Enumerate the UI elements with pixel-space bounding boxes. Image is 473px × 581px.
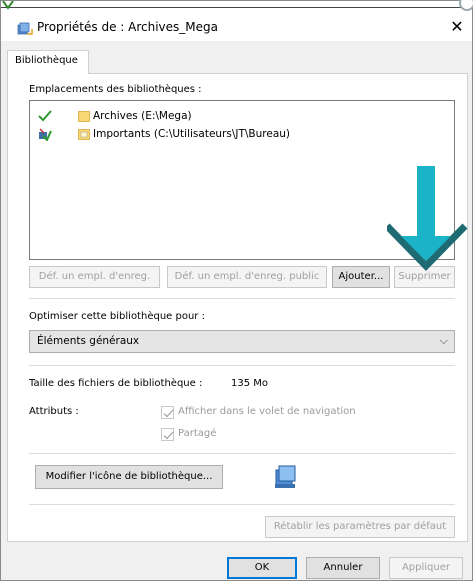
shared-label: Partagé	[178, 428, 217, 439]
checkmark-icon	[163, 431, 174, 440]
tab-bibliotheque[interactable]: Bibliothèque	[7, 50, 89, 74]
shared-checkbox[interactable]	[161, 428, 174, 441]
divider	[29, 453, 455, 454]
network-folder-icon	[39, 128, 52, 141]
attributes-label: Attributs :	[29, 406, 79, 417]
restore-defaults-button[interactable]: Rétablir les paramètres par défaut	[265, 516, 455, 538]
add-button[interactable]: Ajouter...	[332, 266, 390, 288]
optimize-select[interactable]: Éléments généraux ⌵	[29, 330, 455, 353]
locations-label: Emplacements des bibliothèques :	[29, 84, 202, 95]
library-preview-icon	[275, 465, 296, 488]
title-bar: Propriétés de : Archives_Mega ✕	[1, 0, 473, 41]
apply-button[interactable]: Appliquer	[389, 557, 463, 579]
change-icon-button[interactable]: Modifier l'icône de bibliothèque...	[35, 465, 223, 489]
divider	[29, 365, 455, 366]
library-icon	[17, 22, 33, 35]
location-text: Importants (C:\Utilisateurs\JT\Bureau)	[93, 128, 291, 140]
divider	[29, 504, 455, 505]
close-button[interactable]: ✕	[445, 15, 469, 39]
folder-icon	[78, 129, 90, 140]
show-in-nav-checkbox[interactable]	[161, 406, 174, 419]
divider	[29, 298, 455, 299]
size-value: 135 Mo	[231, 378, 269, 389]
folder-icon	[78, 111, 90, 122]
optimize-selected-value: Éléments généraux	[37, 335, 140, 347]
show-in-nav-label: Afficher dans le volet de navigation	[178, 406, 356, 417]
chevron-down-icon: ⌵	[439, 334, 448, 347]
down-arrow-annotation-icon	[387, 166, 468, 272]
checkmark-icon	[38, 110, 52, 122]
list-item[interactable]: Importants (C:\Utilisateurs\JT\Bureau)	[30, 127, 454, 143]
location-text: Archives (E:\Mega)	[93, 110, 192, 122]
green-mark-icon	[2, 1, 14, 10]
list-item[interactable]: Archives (E:\Mega)	[30, 109, 454, 125]
ok-button[interactable]: OK	[227, 557, 297, 579]
properties-dialog: Propriétés de : Archives_Mega ✕ Biblioth…	[0, 0, 473, 581]
cancel-button[interactable]: Annuler	[306, 557, 380, 579]
top-strip	[1, 1, 472, 8]
checkmark-icon	[163, 409, 174, 418]
size-label: Taille des fichiers de bibliothèque :	[29, 378, 203, 389]
optimize-label: Optimiser cette bibliothèque pour :	[29, 311, 205, 322]
set-public-save-location-button[interactable]: Déf. un empl. d'enreg. public	[167, 266, 327, 288]
window-title: Propriétés de : Archives_Mega	[37, 20, 218, 34]
background-circle-icon	[459, 0, 473, 11]
set-save-location-button[interactable]: Déf. un empl. d'enreg.	[29, 266, 160, 288]
